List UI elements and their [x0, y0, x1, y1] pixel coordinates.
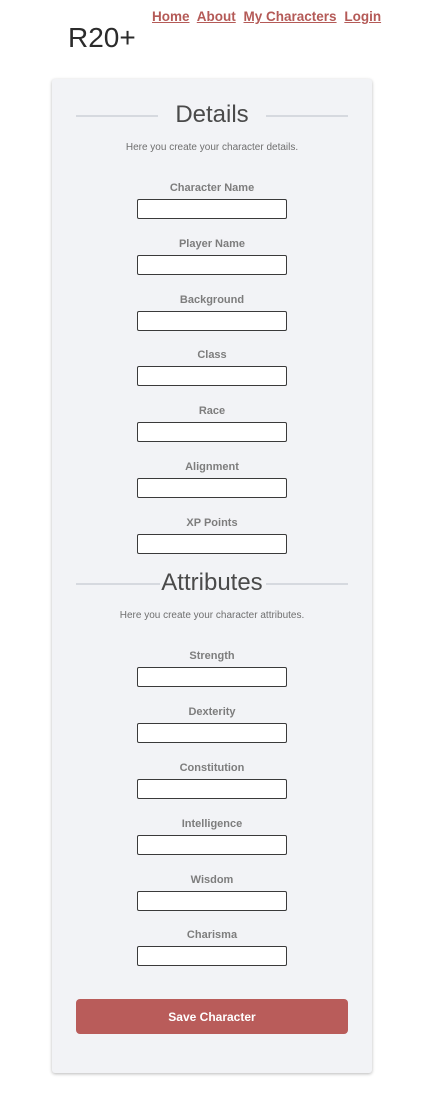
constitution-input[interactable]: [137, 779, 287, 799]
field-alignment: Alignment: [52, 460, 372, 498]
field-xp-points: XP Points: [52, 516, 372, 554]
field-race: Race: [52, 404, 372, 442]
charisma-label: Charisma: [186, 929, 238, 941]
intelligence-input[interactable]: [137, 835, 287, 855]
attributes-subtitle: Here you create your character attribute…: [119, 610, 305, 621]
alignment-label: Alignment: [185, 461, 239, 473]
constitution-label: Constitution: [179, 762, 245, 774]
attributes-section-header: Attributes: [76, 568, 348, 598]
details-subtitle: Here you create your character details.: [125, 142, 299, 153]
attributes-title: Attributes: [161, 569, 263, 596]
field-class: Class: [52, 348, 372, 386]
strength-label: Strength: [189, 650, 235, 662]
nav-login-link[interactable]: Login: [344, 9, 381, 24]
field-wisdom: Wisdom: [52, 873, 372, 911]
nav-about-link[interactable]: About: [197, 9, 236, 24]
dexterity-input[interactable]: [137, 723, 287, 743]
top-nav: Home About My Characters Login: [152, 9, 381, 24]
details-section-header: Details: [76, 100, 348, 130]
wisdom-input[interactable]: [137, 891, 287, 911]
intelligence-label: Intelligence: [181, 818, 243, 830]
field-strength: Strength: [52, 649, 372, 687]
site-logo[interactable]: R20+: [68, 22, 136, 54]
dexterity-label: Dexterity: [188, 706, 236, 718]
field-background: Background: [52, 293, 372, 331]
save-character-button[interactable]: Save Character: [76, 999, 348, 1034]
race-input[interactable]: [137, 422, 287, 442]
character-form-card: Details Here you create your character d…: [52, 79, 372, 1073]
field-dexterity: Dexterity: [52, 705, 372, 743]
wisdom-label: Wisdom: [190, 874, 234, 886]
background-input[interactable]: [137, 311, 287, 331]
field-charisma: Charisma: [52, 928, 372, 966]
character-name-input[interactable]: [137, 199, 287, 219]
nav-home-link[interactable]: Home: [152, 9, 190, 24]
xp-points-input[interactable]: [137, 534, 287, 554]
race-label: Race: [198, 405, 226, 417]
alignment-input[interactable]: [137, 478, 287, 498]
xp-points-label: XP Points: [186, 517, 238, 529]
charisma-input[interactable]: [137, 946, 287, 966]
field-player-name: Player Name: [52, 237, 372, 275]
character-name-label: Character Name: [169, 182, 255, 194]
field-character-name: Character Name: [52, 181, 372, 219]
details-title: Details: [175, 101, 249, 128]
player-name-input[interactable]: [137, 255, 287, 275]
class-label: Class: [197, 349, 227, 361]
nav-my-characters-link[interactable]: My Characters: [244, 9, 337, 24]
field-constitution: Constitution: [52, 761, 372, 799]
class-input[interactable]: [137, 366, 287, 386]
page: R20+ Home About My Characters Login Deta…: [0, 0, 427, 1105]
background-label: Background: [179, 294, 245, 306]
field-intelligence: Intelligence: [52, 817, 372, 855]
player-name-label: Player Name: [178, 238, 246, 250]
strength-input[interactable]: [137, 667, 287, 687]
